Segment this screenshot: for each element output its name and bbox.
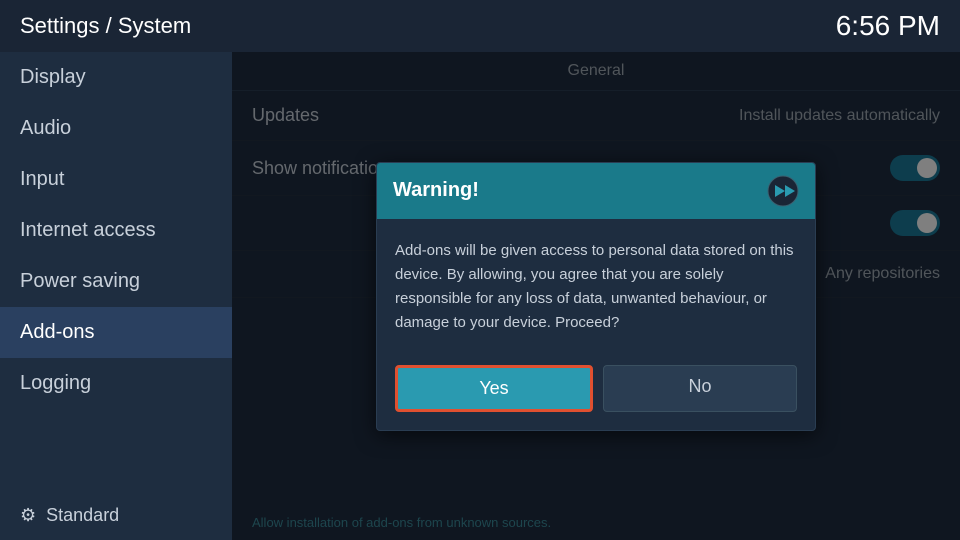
sidebar: Display Audio Input Internet access Powe… — [0, 52, 232, 540]
dialog-buttons: Yes No — [377, 355, 815, 430]
kodi-logo-icon — [767, 175, 799, 207]
yes-button[interactable]: Yes — [395, 365, 593, 412]
warning-dialog: Warning! Add-ons will be given access to… — [376, 162, 816, 431]
sidebar-footer-label: Standard — [46, 505, 119, 526]
dialog-header: Warning! — [377, 163, 815, 219]
main-layout: Display Audio Input Internet access Powe… — [0, 52, 960, 540]
sidebar-item-internet-access[interactable]: Internet access — [0, 205, 232, 256]
dialog-body: Add-ons will be given access to personal… — [377, 219, 815, 355]
clock: 6:56 PM — [836, 10, 940, 42]
sidebar-item-audio[interactable]: Audio — [0, 103, 232, 154]
sidebar-item-add-ons[interactable]: Add-ons — [0, 307, 232, 358]
dialog-title: Warning! — [393, 179, 479, 202]
sidebar-item-input[interactable]: Input — [0, 154, 232, 205]
sidebar-item-power-saving[interactable]: Power saving — [0, 256, 232, 307]
sidebar-item-logging[interactable]: Logging — [0, 358, 232, 409]
dialog-overlay: Warning! Add-ons will be given access to… — [232, 52, 960, 540]
header: Settings / System 6:56 PM — [0, 0, 960, 52]
sidebar-item-display[interactable]: Display — [0, 52, 232, 103]
gear-icon: ⚙ — [20, 505, 36, 526]
sidebar-footer: ⚙ Standard — [0, 491, 232, 540]
content-area: General Updates Install updates automati… — [232, 52, 960, 540]
no-button[interactable]: No — [603, 365, 797, 412]
page-title: Settings / System — [20, 13, 191, 39]
